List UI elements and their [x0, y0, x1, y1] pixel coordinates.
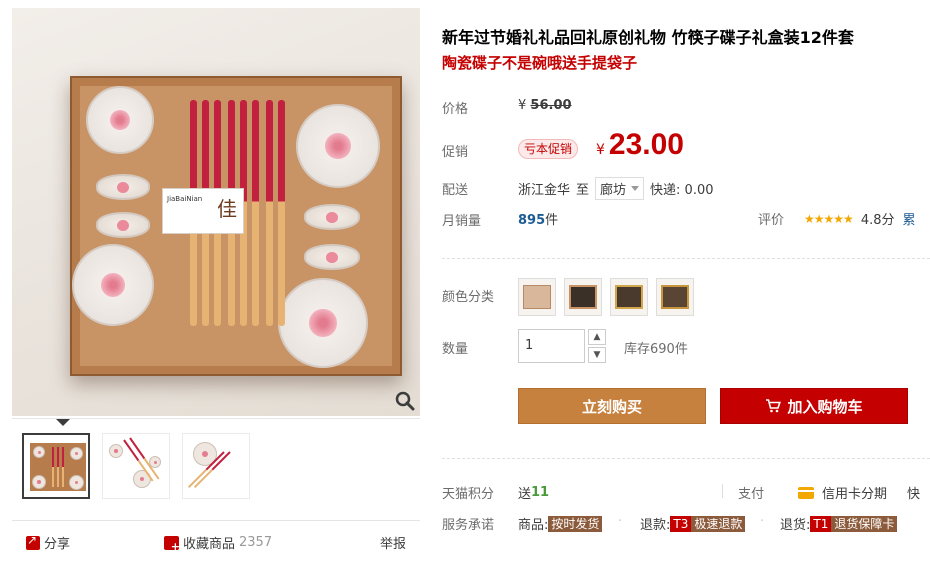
quantity-input[interactable]: 1 [518, 329, 585, 363]
product-detail-panel: 新年过节婚礼礼品回礼原创礼物 竹筷子碟子礼盒装12件套 陶瓷碟子不是碗哦送手提袋… [430, 0, 930, 562]
stock-count: 库存690件 [624, 342, 688, 357]
shipping-info: 浙江金华 至 廊坊 快递: 0.00 [518, 177, 714, 200]
thumbnail-strip [12, 418, 420, 504]
chevron-down-icon [631, 186, 640, 191]
main-product-photo[interactable]: JiaBaiNian 佳 [12, 8, 420, 416]
service-row-label: 服务承诺 [442, 518, 495, 533]
price-label: 价格 [442, 102, 469, 117]
favorite-icon [164, 535, 180, 553]
quantity-decrease-button[interactable]: ▼ [588, 347, 606, 363]
promo-price: ¥23.00 [596, 128, 684, 161]
color-option-2[interactable] [564, 278, 602, 316]
add-to-cart-button[interactable]: 加入购物车 [720, 388, 908, 424]
divider [442, 458, 930, 459]
brand-name: JiaBaiNian [167, 195, 203, 203]
service-refund[interactable]: 退款: T3 极速退款 [640, 514, 746, 533]
favorite-link[interactable]: 收藏商品 2357 [164, 533, 273, 553]
product-page: JiaBaiNian 佳 ↗ 分享 + 收藏商品 2357 举报 新年过节婚礼礼… [0, 0, 930, 562]
promo-label: 促销 [442, 145, 469, 160]
promo-badge: 亏本促销 [518, 139, 579, 159]
monthly-sales-label: 月销量 [442, 214, 482, 229]
rating-stars-icon: ★★★★★ [804, 211, 854, 226]
sauce-dish-image [304, 244, 360, 270]
service-shipping[interactable]: 商品: 按时发货 [518, 514, 603, 533]
cart-icon [766, 399, 782, 413]
color-option-1[interactable] [518, 278, 556, 316]
share-icon [26, 533, 40, 550]
color-label: 颜色分类 [442, 290, 495, 305]
rating-score: 4.8分 [860, 213, 895, 228]
buy-now-button[interactable]: 立刻购买 [518, 388, 706, 424]
original-price: ¥ 56.00 [518, 98, 572, 113]
review-count-link[interactable]: 累 [903, 209, 916, 228]
dish-image [72, 244, 154, 326]
credit-installment-link[interactable]: 信用卡分期 [822, 483, 887, 502]
active-thumb-indicator [56, 419, 70, 426]
sauce-dish-image [96, 212, 150, 238]
thumbnail-2[interactable] [102, 433, 170, 499]
dish-image [296, 104, 380, 188]
product-title: 新年过节婚礼礼品回礼原创礼物 竹筷子碟子礼盒装12件套 [442, 28, 854, 47]
report-link[interactable]: 举报 [380, 533, 406, 552]
dish-image [278, 278, 368, 368]
destination-select[interactable]: 廊坊 [595, 177, 645, 200]
favorite-count: 2357 [239, 535, 273, 550]
sauce-dish-image [304, 204, 360, 230]
sauce-dish-image [96, 174, 150, 200]
quantity-increase-button[interactable]: ▲ [588, 329, 606, 345]
ship-from: 浙江金华 [518, 183, 571, 198]
points-row: 天猫积分 送 11 [442, 485, 550, 502]
share-link[interactable]: 分享 [26, 533, 70, 552]
divider [442, 258, 930, 259]
brand-label-card: JiaBaiNian 佳 [162, 188, 244, 234]
shipping-fee: 快递: 0.00 [650, 183, 714, 198]
color-option-4[interactable] [656, 278, 694, 316]
monthly-sales: 895件 [518, 213, 559, 228]
credit-card-icon [798, 486, 815, 499]
rating-summary[interactable]: 评价 ★★★★★ 4.8分 累 [758, 209, 916, 229]
color-options [518, 278, 694, 316]
zoom-icon[interactable] [394, 390, 416, 412]
thumbnail-3[interactable] [182, 433, 250, 499]
service-return[interactable]: 退货: T1 退货保障卡 [780, 514, 898, 533]
brand-char: 佳 [217, 197, 237, 221]
quantity-label: 数量 [442, 342, 469, 357]
thumbnail-1[interactable] [22, 433, 90, 499]
more-payment-link[interactable]: 快 [907, 483, 920, 502]
gallery-action-bar: 分享 收藏商品 2357 举报 [12, 520, 420, 560]
payment-row: 支付 信用卡分期 快 [738, 483, 920, 502]
color-option-3[interactable] [610, 278, 648, 316]
product-subtitle: 陶瓷碟子不是碗哦送手提袋子 [442, 54, 638, 72]
divider [722, 484, 723, 498]
dish-image [86, 86, 154, 154]
shipping-label: 配送 [442, 183, 469, 198]
